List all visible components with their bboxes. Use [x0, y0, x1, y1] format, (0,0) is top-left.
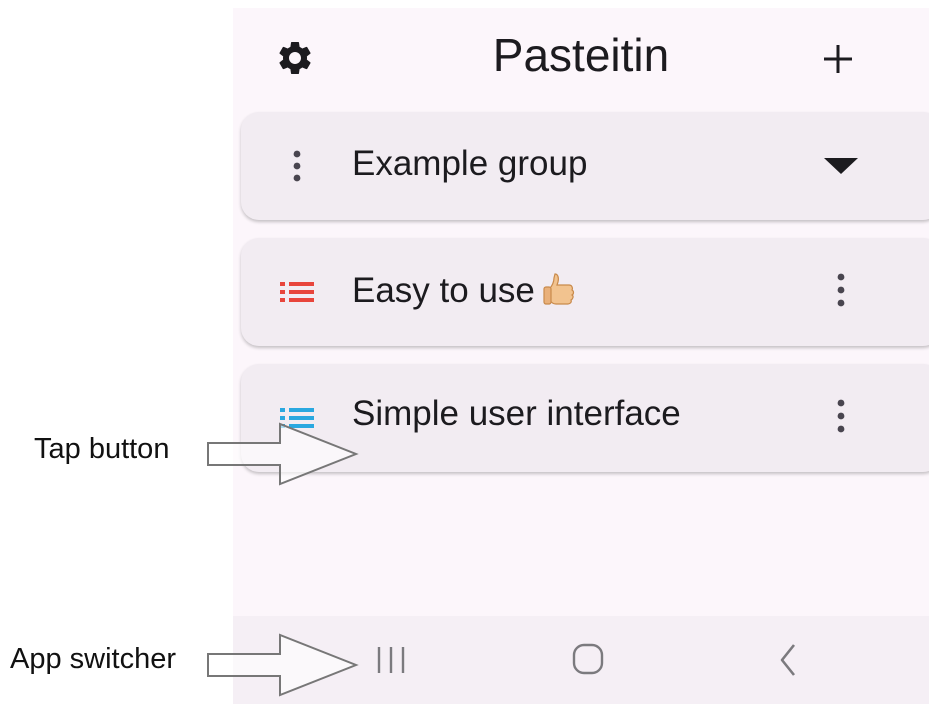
back-icon[interactable] — [763, 638, 813, 682]
phone-screen: Pasteitin Example group Easy to use Simp… — [233, 8, 929, 704]
group-card-example[interactable]: Example group — [241, 112, 929, 220]
list-card-easy-to-use[interactable]: Easy to use — [241, 238, 929, 346]
card-label: Easy to use — [352, 270, 577, 315]
recents-icon[interactable] — [366, 638, 416, 682]
plus-icon[interactable] — [821, 42, 855, 76]
annotation-arrow-icon — [207, 422, 359, 486]
thumbs-up-icon — [541, 270, 577, 315]
more-vert-icon[interactable] — [821, 394, 861, 438]
annotation-tap-button: Tap button — [34, 433, 170, 465]
annotation-arrow-icon — [207, 633, 359, 697]
annotation-app-switcher: App switcher — [10, 643, 177, 675]
more-vert-icon[interactable] — [277, 148, 317, 184]
app-bar: Pasteitin — [233, 8, 929, 108]
list-icon — [277, 274, 317, 310]
card-label: Example group — [352, 144, 588, 183]
card-label: Simple user interface — [352, 394, 681, 433]
more-vert-icon[interactable] — [821, 268, 861, 312]
dropdown-arrow-icon[interactable] — [821, 142, 861, 186]
card-label-text: Easy to use — [352, 271, 535, 310]
home-icon[interactable] — [563, 638, 613, 682]
